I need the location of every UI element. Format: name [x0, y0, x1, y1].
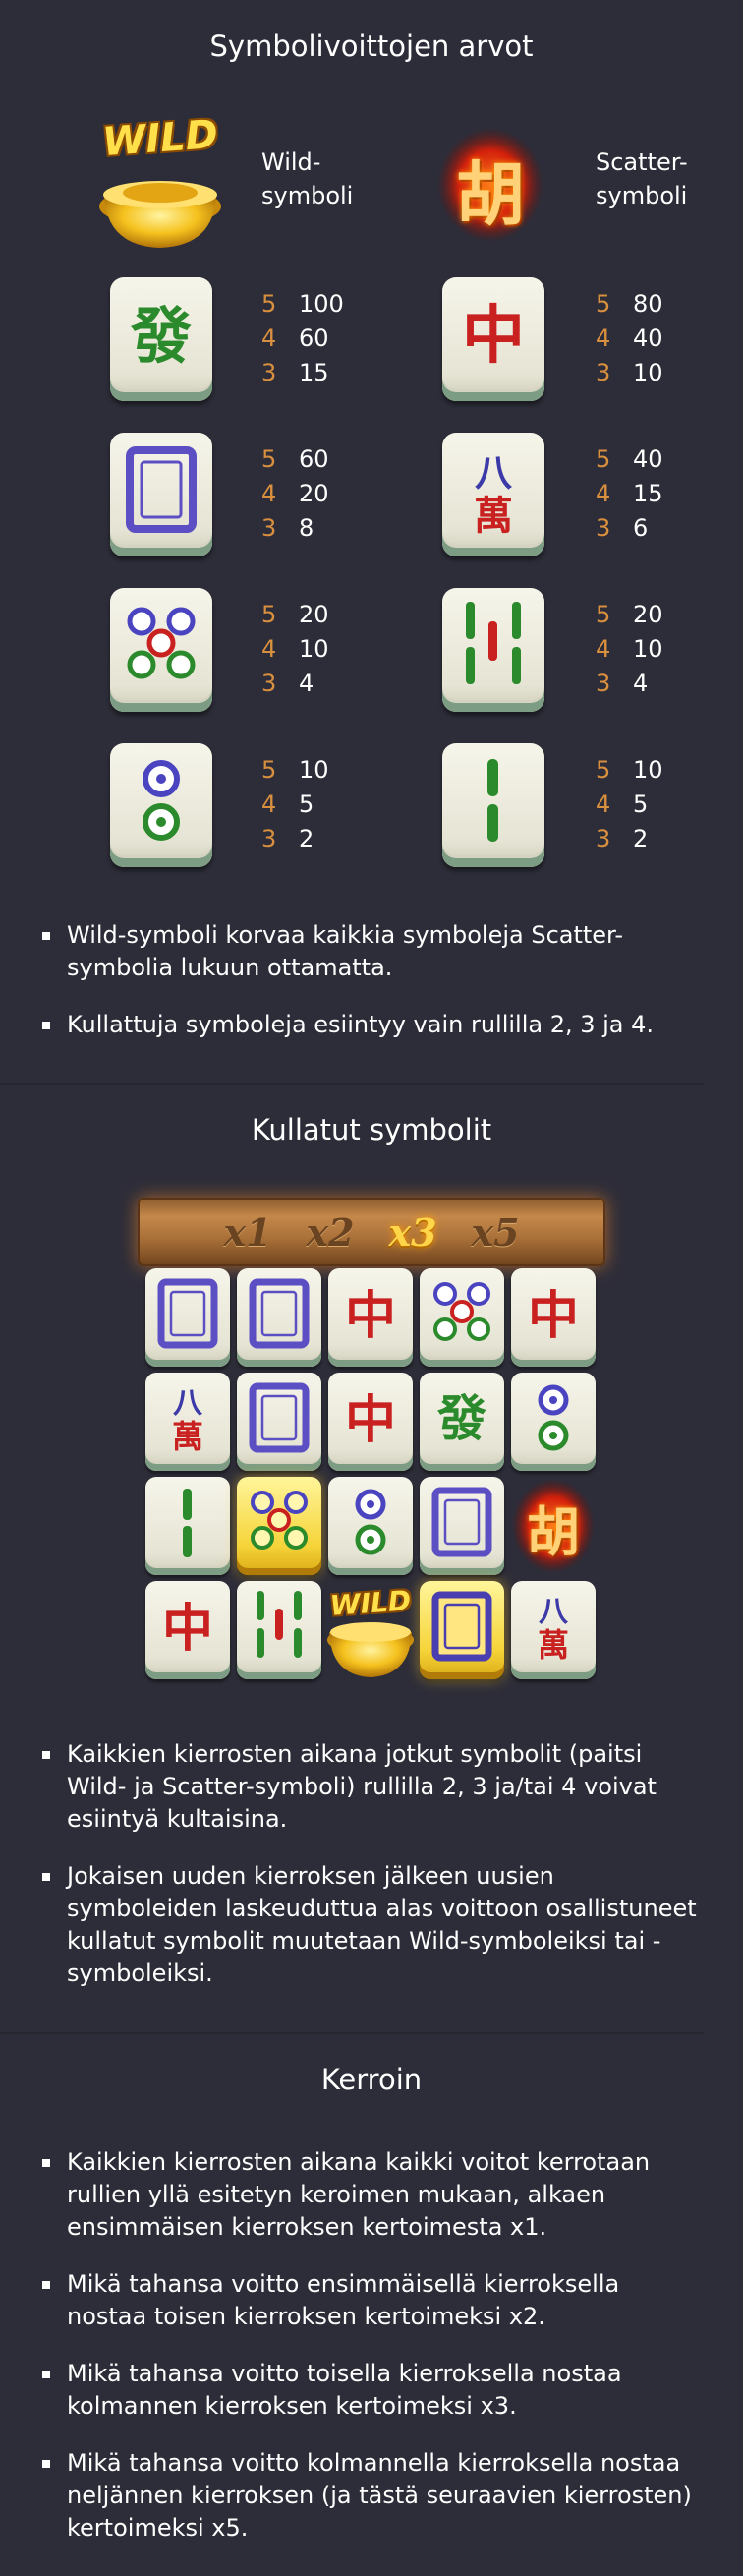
paytable-pays: 5 80 4 40 3 10 — [596, 290, 663, 386]
scatter-icon: 胡 — [511, 1477, 596, 1575]
paytable-pays: 5 20 4 10 34 — [596, 601, 663, 697]
multiplier-info-list: Kaikkien kierrosten aikana kaikki voitot… — [39, 2146, 704, 2569]
paytable-pays: 5 10 45 32 — [596, 756, 663, 852]
white-dragon-icon — [237, 1373, 321, 1471]
white-dragon-icon — [145, 1268, 230, 1367]
five-dots-icon — [110, 588, 212, 712]
scatter-label: Scatter- symboli — [596, 148, 688, 209]
white-dragon-icon — [237, 1268, 321, 1367]
five-bamboo-icon — [237, 1581, 321, 1679]
red-zhong-icon: 中 — [442, 277, 544, 401]
five-bamboo-icon — [442, 588, 544, 712]
list-item: Kullattuja symboleja esiintyy vain rulli… — [39, 1009, 704, 1041]
paytable-pays: 5 40 4 15 36 — [596, 445, 663, 542]
wild-logo-text: WILD — [100, 111, 220, 166]
green-fa-icon: 發 — [420, 1373, 504, 1471]
eight-wan-icon: 八 萬 — [145, 1373, 230, 1471]
wild-info-list: Wild-symboli korvaa kaikkia symboleja Sc… — [39, 919, 704, 1066]
list-item: Mikä tahansa voitto kolmannella kierroks… — [39, 2447, 704, 2545]
multiplier-x3-active: x3 — [388, 1209, 437, 1255]
green-fa-icon: 發 — [110, 277, 212, 401]
section-divider — [0, 2032, 704, 2034]
eight-wan-icon: 八 萬 — [442, 433, 544, 556]
white-dragon-icon — [420, 1477, 504, 1575]
list-item: Jokaisen uuden kierroksen jälkeen uusien… — [39, 1860, 704, 1990]
multiplier-x1: x1 — [223, 1209, 272, 1255]
two-dots-icon — [110, 743, 212, 867]
list-item: Mikä tahansa voitto ensimmäisellä kierro… — [39, 2268, 704, 2333]
list-item: Kaikkien kierrosten aikana kaikki voitot… — [39, 2146, 704, 2244]
multiplier-title: Kerroin — [320, 2063, 423, 2096]
section-divider — [0, 1083, 704, 1085]
golden-white-dragon-icon — [420, 1581, 504, 1679]
scatter-symbol-icon: 胡 — [436, 126, 544, 244]
multiplier-x2: x2 — [306, 1209, 355, 1255]
list-item: Wild-symboli korvaa kaikkia symboleja Sc… — [39, 919, 704, 984]
eight-wan-icon: 八 萬 — [511, 1581, 596, 1679]
paytable-pays: 5 100 4 60 3 15 — [261, 290, 344, 386]
wild-symbol-icon: WILD — [96, 112, 224, 254]
two-bamboo-icon — [442, 743, 544, 867]
wild-icon: WILD — [324, 1581, 417, 1679]
multiplier-bar: x1 x2 x3 x5 — [138, 1198, 605, 1266]
red-zhong-icon: 中 — [328, 1373, 413, 1471]
list-item: Mikä tahansa voitto toisella kierroksell… — [39, 2358, 704, 2423]
five-dots-icon — [420, 1268, 504, 1367]
golden-five-dots-icon — [237, 1477, 321, 1575]
two-dots-icon — [328, 1477, 413, 1575]
paytable-title: Symbolivoittojen arvot — [209, 29, 534, 63]
multiplier-x5: x5 — [471, 1209, 520, 1255]
two-dots-icon — [511, 1373, 596, 1471]
golden-info-list: Kaikkien kierrosten aikana jotkut symbol… — [39, 1738, 704, 2015]
two-bamboo-icon — [145, 1477, 230, 1575]
red-zhong-icon: 中 — [145, 1581, 230, 1679]
white-dragon-icon — [110, 433, 212, 556]
scatter-glyph: 胡 — [456, 153, 525, 235]
red-zhong-icon: 中 — [328, 1268, 413, 1367]
paytable-pays: 5 60 4 20 38 — [261, 445, 329, 542]
list-item: Kaikkien kierrosten aikana jotkut symbol… — [39, 1738, 704, 1836]
red-zhong-icon: 中 — [511, 1268, 596, 1367]
paytable-pays: 5 20 4 10 34 — [261, 601, 329, 697]
golden-symbols-title: Kullatut symbolit — [251, 1113, 492, 1146]
wild-label: Wild- symboli — [261, 148, 354, 209]
paytable-pays: 5 10 45 32 — [261, 756, 329, 852]
